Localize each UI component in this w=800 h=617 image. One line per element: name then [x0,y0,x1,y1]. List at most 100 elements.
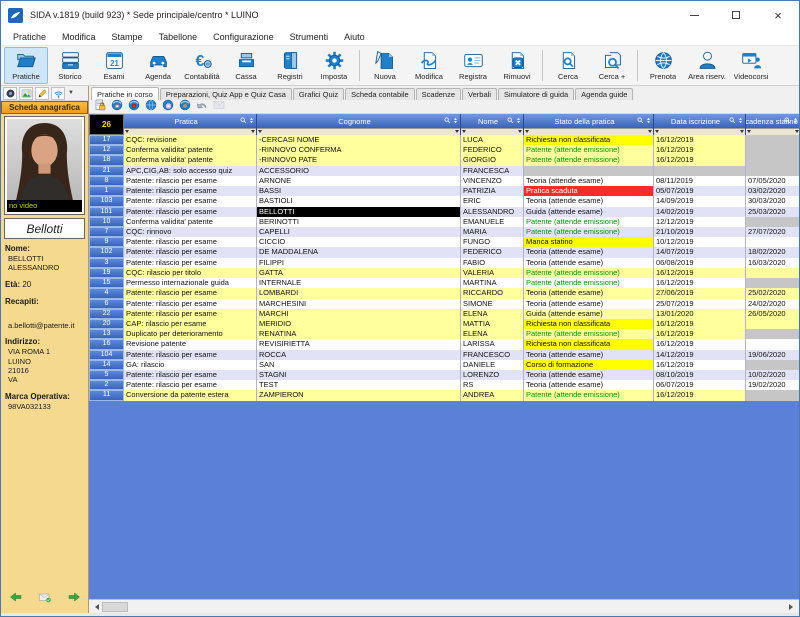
menu-configurazione[interactable]: Configurazione [205,30,282,44]
cell-cognome[interactable]: -CERCASI NOME [257,135,461,145]
table-row[interactable]: 7CQC: rinnovoCAPELLIMARIAPatente (attend… [89,227,799,237]
rimuovi-button[interactable]: Rimuovi [495,47,539,84]
pen-icon-button[interactable] [35,87,49,100]
cell-scadenza-statino[interactable]: 25/02/2020 [746,288,799,298]
table-row[interactable]: 16Revisione patenteREVISIRIETTALARISSARi… [89,339,799,349]
cell-nome[interactable]: MARTINA [461,278,524,288]
row-number-cell[interactable]: 14 [89,360,124,370]
row-number-cell[interactable]: 12 [89,145,124,155]
cell-nome[interactable]: FUNGO [461,237,524,247]
cell-stato[interactable]: Guida (attende esame) [524,309,654,319]
registri-button[interactable]: Registri [268,47,312,84]
cell-cognome[interactable]: FILIPPI [257,258,461,268]
row-number-cell[interactable]: 103 [89,196,124,206]
table-row[interactable]: 13Duplicato per deterioramentoRENATINAEL… [89,329,799,339]
table-row[interactable]: 12Conferma validita' patente-RINNOVO CON… [89,145,799,155]
table-row[interactable]: 2Patente: rilascio per esameTESTRSTeoria… [89,380,799,390]
cell-scadenza-statino[interactable] [746,166,799,176]
cell-pratica[interactable]: Duplicato per deterioramento [124,329,257,339]
row-number-cell[interactable]: 11 [89,390,124,400]
next-arrow-icon-button[interactable] [67,590,81,608]
cell-data-iscrizione[interactable]: 14/09/2019 [654,196,746,206]
cell-scadenza-statino[interactable] [746,268,799,278]
cell-nome[interactable]: EMANUELE [461,217,524,227]
row-number-cell[interactable]: 20 [89,319,124,329]
sync-globe-icon-button[interactable] [145,98,157,116]
cell-stato[interactable]: Teoria (attende esame) [524,247,654,257]
row-number-cell[interactable]: 22 [89,309,124,319]
menu-modifica[interactable]: Modifica [54,30,104,44]
table-row[interactable]: 102Patente: rilascio per esameDE MADDALE… [89,247,799,257]
table-row[interactable]: 8Patente: rilascio per esameARNONEVINCEN… [89,176,799,186]
row-number-cell[interactable]: 104 [89,350,124,360]
sync-alert-icon-button[interactable] [128,98,140,116]
cerca-button[interactable]: Cerca [546,47,590,84]
cell-nome[interactable]: LUCA [461,135,524,145]
tab-scadenze[interactable]: Scadenze [416,88,461,100]
cell-nome[interactable]: DANIELE [461,360,524,370]
cell-cognome[interactable]: MARCHESINI [257,299,461,309]
cell-cognome[interactable]: ARNONE [257,176,461,186]
scroll-left-button[interactable] [89,601,102,613]
cell-stato[interactable]: Richiesta non classificata [524,319,654,329]
minimize-button[interactable] [673,1,715,29]
cell-scadenza-statino[interactable]: 25/03/2020 [746,207,799,217]
send-mail-icon-button[interactable] [38,590,52,608]
column-filter-strip[interactable] [461,128,523,135]
row-number-cell[interactable]: 10 [89,217,124,227]
cell-pratica[interactable]: Conferma validita' patente [124,217,257,227]
cell-pratica[interactable]: Patente: rilascio per esame [124,350,257,360]
esami-button[interactable]: 21Esami [92,47,136,84]
column-caption[interactable]: Pratica [124,114,256,128]
undo-icon-button[interactable] [196,98,208,116]
cell-cognome[interactable]: GATTA [257,268,461,278]
column-filter-strip[interactable] [654,128,745,135]
cell-nome[interactable]: RICCARDO [461,288,524,298]
cell-data-iscrizione[interactable]: 06/08/2019 [654,258,746,268]
table-row[interactable]: 11Conversione da patente esteraZAMPIERON… [89,390,799,400]
cell-stato[interactable]: Patente (attende emissione) [524,217,654,227]
table-row[interactable]: 4Patente: rilascio per esameLOMBARDIRICC… [89,288,799,298]
cell-pratica[interactable]: Patente: rilascio per esame [124,186,257,196]
cell-data-iscrizione[interactable]: 14/12/2019 [654,350,746,360]
videocorsi-button[interactable]: Videocorsi [729,47,773,84]
cell-stato[interactable]: Corso di formazione [524,360,654,370]
storico-button[interactable]: Storico [48,47,92,84]
dropdown-icon-button[interactable]: ▼ [67,90,75,96]
cell-pratica[interactable]: CAP: rilascio per esame [124,319,257,329]
cassa-button[interactable]: Cassa [224,47,268,84]
cell-data-iscrizione[interactable]: 08/10/2019 [654,370,746,380]
horizontal-scrollbar[interactable] [89,599,799,613]
cell-data-iscrizione[interactable]: 14/07/2019 [654,247,746,257]
cell-data-iscrizione[interactable] [654,166,746,176]
cell-nome[interactable]: ALESSANDRO [461,207,524,217]
cell-data-iscrizione[interactable]: 16/12/2019 [654,278,746,288]
cell-cognome[interactable]: -RINNOVO PATE [257,155,461,165]
cell-cognome[interactable]: ZAMPIERON [257,390,461,400]
cell-pratica[interactable]: Conferma validita' patente [124,155,257,165]
cell-scadenza-statino[interactable] [746,390,799,400]
row-number-cell[interactable]: 2 [89,380,124,390]
menu-tabellone[interactable]: Tabellone [151,30,206,44]
cell-scadenza-statino[interactable] [746,319,799,329]
cell-data-iscrizione[interactable]: 21/10/2019 [654,227,746,237]
cell-nome[interactable]: FABIO [461,258,524,268]
cerca-button[interactable]: Cerca + [590,47,634,84]
sync-cd-icon-button[interactable] [162,98,174,116]
cell-data-iscrizione[interactable]: 16/12/2019 [654,390,746,400]
table-row[interactable]: 20CAP: rilascio per esameMERIDIOMATTIARi… [89,319,799,329]
row-number-cell[interactable]: 102 [89,247,124,257]
cell-scadenza-statino[interactable] [746,360,799,370]
column-header-cognome[interactable]: Cognome [257,114,461,135]
column-filter-strip[interactable] [257,128,460,135]
table-row[interactable]: 1Patente: rilascio per esameBASSIPATRIZI… [89,186,799,196]
cell-cognome[interactable]: -RINNOVO CONFERMA [257,145,461,155]
image-icon-button[interactable] [19,87,33,100]
cell-stato[interactable]: Patente (attende emissione) [524,155,654,165]
cell-nome[interactable]: ELENA [461,329,524,339]
cell-stato[interactable]: Guida (attende esame) [524,207,654,217]
cell-data-iscrizione[interactable]: 12/12/2019 [654,217,746,227]
menu-stampe[interactable]: Stampe [104,30,151,44]
cell-pratica[interactable]: Permesso internazionale guida [124,278,257,288]
cell-scadenza-statino[interactable]: 24/02/2020 [746,299,799,309]
